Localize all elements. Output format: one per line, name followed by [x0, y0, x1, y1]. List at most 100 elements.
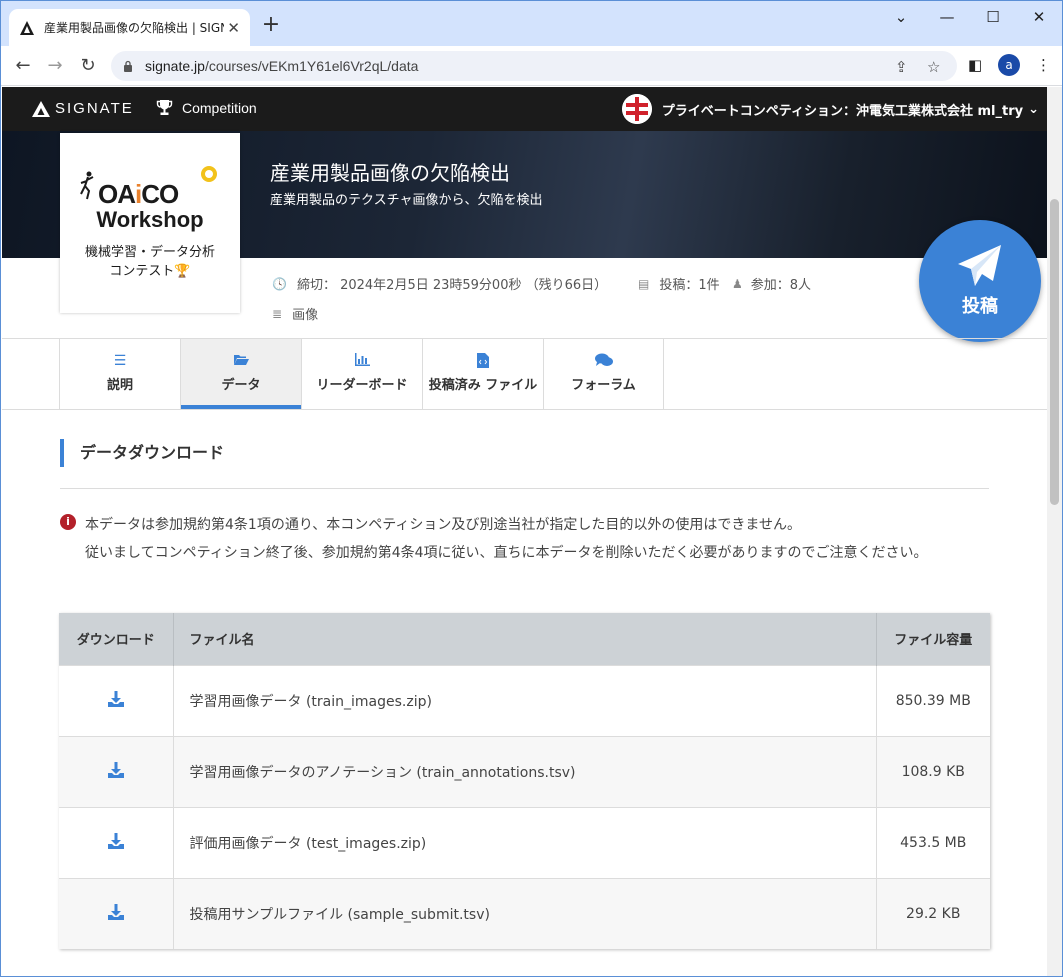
site-header: SIGNATE Competition プライベートコンペティション：沖電気工業…	[2, 87, 1047, 131]
tab-submitted-files[interactable]: 投稿済み ファイル	[422, 339, 543, 409]
notice-line-1: 本データは参加規約第4条1項の通り、本コンペティション及び別途当社が指定した目的…	[85, 517, 801, 533]
share-icon[interactable]: ⇪	[895, 58, 908, 76]
competition-subtitle: 産業用製品のテクスチャ画像から、欠陥を検出	[270, 193, 543, 208]
category-meta: ≣ 画像	[272, 304, 319, 324]
tabs-bottom-divider	[2, 409, 1047, 410]
file-size: 850.39 MB	[875, 664, 990, 736]
tab-data[interactable]: データ	[180, 339, 301, 409]
minimize-icon[interactable]: —	[924, 5, 970, 29]
submit-button[interactable]: 投稿	[919, 220, 1041, 342]
tab-search-icon[interactable]: ⌄	[878, 5, 924, 29]
header-size: ファイル容量	[875, 613, 990, 665]
lock-icon	[124, 60, 132, 72]
competition-logo-card: OAiCO Workshop 機械学習・データ分析 コンテスト🏆	[60, 133, 240, 313]
tab-forum[interactable]: フォーラム	[543, 339, 664, 409]
header-download: ダウンロード	[59, 613, 173, 665]
download-icon[interactable]	[107, 903, 125, 921]
bar-chart-icon	[302, 353, 422, 370]
runner-figure-icon	[80, 171, 94, 200]
submissions-meta: ▤ 投稿：1件	[638, 274, 720, 294]
page-scrollbar[interactable]	[1047, 87, 1062, 976]
badge-icon	[201, 166, 217, 182]
logo-caption-line2: コンテスト🏆	[109, 264, 191, 279]
scrollbar-thumb[interactable]	[1050, 199, 1059, 505]
tab-label: フォーラム	[571, 378, 636, 393]
download-icon[interactable]	[107, 761, 125, 779]
new-tab-icon[interactable]: +	[259, 13, 283, 37]
download-cell	[59, 877, 173, 949]
tab-description[interactable]: ☰ 説明	[59, 339, 180, 409]
section-divider	[60, 488, 989, 489]
download-cell	[59, 664, 173, 736]
tab-label: リーダーボード	[316, 378, 408, 393]
section-title: データダウンロード	[60, 439, 224, 467]
table-row: 学習用画像データのアノテーション (train_annotations.tsv)…	[59, 735, 990, 807]
maximize-icon[interactable]: ☐	[970, 5, 1016, 29]
reload-icon[interactable]: ↻	[74, 53, 102, 79]
signate-favicon-icon	[20, 20, 34, 35]
brand-name: SIGNATE	[55, 100, 134, 117]
download-cell	[59, 806, 173, 878]
info-icon: i	[60, 514, 76, 530]
address-bar[interactable]: signate.jp/courses/vEKm1Y61el6Vr2qL/data…	[111, 51, 957, 81]
tab-label: データ	[221, 378, 261, 393]
tab-title: 産業用製品画像の欠陥検出 | SIGNATE	[44, 21, 224, 35]
browser-toolbar: ← → ↻ signate.jp/courses/vEKm1Y61el6Vr2q…	[1, 46, 1062, 86]
org-logo-icon	[621, 94, 652, 124]
org-menu[interactable]: プライベートコンペティション：沖電気工業株式会社 ml_try ⌄	[621, 94, 1039, 124]
folder-open-icon	[181, 353, 301, 370]
notice-text: 本データは参加規約第4条1項の通り、本コンペティション及び別途当社が指定した目的…	[85, 511, 990, 567]
tab-label: 投稿済み ファイル	[428, 378, 538, 393]
category-text: 画像	[292, 308, 319, 323]
download-icon[interactable]	[107, 690, 125, 708]
back-icon[interactable]: ←	[9, 53, 37, 79]
table-row: 投稿用サンプルファイル (sample_submit.tsv) 29.2 KB	[59, 877, 990, 949]
person-icon: ♟	[732, 276, 743, 291]
chevron-down-icon: ⌄	[1028, 101, 1039, 117]
bookmark-star-icon[interactable]: ☆	[927, 58, 940, 76]
list-icon: ☰	[113, 353, 127, 369]
workshop-logo-text: Workshop	[96, 207, 204, 232]
download-table: ダウンロード ファイル名 ファイル容量 学習用画像データ (train_imag…	[59, 613, 990, 949]
competition-label: Competition	[182, 99, 257, 116]
browser-tab[interactable]: 産業用製品画像の欠陥検出 | SIGNATE ✕	[9, 9, 250, 46]
page-tabs: ☰ 説明 データ リーダーボード 投稿済み ファイル フォーラム	[59, 339, 664, 409]
tab-close-icon[interactable]: ✕	[227, 19, 240, 37]
org-label: プライベートコンペティション：沖電気工業株式会社 ml_try	[661, 103, 1024, 119]
menu-kebab-icon[interactable]: ⋮	[1036, 56, 1051, 74]
file-name: 評価用画像データ (test_images.zip)	[172, 806, 876, 878]
table-header-row: ダウンロード ファイル名 ファイル容量	[59, 613, 990, 665]
close-window-icon[interactable]: ✕	[1016, 5, 1062, 29]
participants-meta: ♟ 参加：8人	[732, 274, 812, 294]
submissions-text: 投稿：1件	[659, 278, 720, 293]
participants-text: 参加：8人	[750, 278, 812, 293]
url-text: signate.jp/courses/vEKm1Y61el6Vr2qL/data	[145, 58, 419, 74]
paper-plane-icon	[958, 245, 1001, 286]
side-panel-icon[interactable]: ◧	[968, 56, 982, 74]
file-name: 投稿用サンプルファイル (sample_submit.tsv)	[172, 877, 876, 949]
download-icon[interactable]	[107, 832, 125, 850]
table-row: 学習用画像データ (train_images.zip) 850.39 MB	[59, 664, 990, 736]
header-filename: ファイル名	[172, 613, 876, 665]
submit-button-label: 投稿	[962, 296, 998, 317]
forward-icon[interactable]: →	[41, 53, 69, 79]
download-cell	[59, 735, 173, 807]
file-name: 学習用画像データのアノテーション (train_annotations.tsv)	[172, 735, 876, 807]
signate-logo[interactable]: SIGNATE	[32, 100, 134, 117]
notice-line-2: 従いましてコンペティション終了後、参加規約第4条4項に従い、直ちに本データを削除…	[85, 545, 928, 561]
file-size: 453.5 MB	[875, 806, 990, 878]
tab-leaderboard[interactable]: リーダーボード	[301, 339, 422, 409]
profile-avatar[interactable]: a	[998, 54, 1020, 76]
trophy-icon	[156, 100, 173, 115]
clock-icon: 🕓	[272, 276, 287, 291]
signate-triangle-icon	[32, 100, 50, 117]
document-icon: ▤	[638, 276, 650, 291]
file-size: 29.2 KB	[875, 877, 990, 949]
competition-link[interactable]: Competition	[156, 99, 257, 116]
table-row: 評価用画像データ (test_images.zip) 453.5 MB	[59, 806, 990, 878]
page-content: SIGNATE Competition プライベートコンペティション：沖電気工業…	[2, 87, 1047, 976]
comments-icon	[544, 353, 663, 371]
file-name: 学習用画像データ (train_images.zip)	[172, 664, 876, 736]
code-file-icon	[423, 353, 543, 372]
deadline-meta: 🕓 締切： 2024年2月5日 23時59分00秒 （残り66日）	[272, 274, 607, 294]
